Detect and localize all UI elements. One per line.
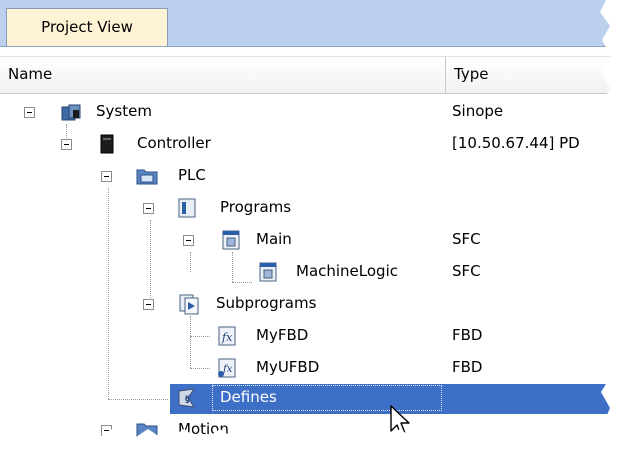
defines-icon: § — [178, 388, 196, 408]
tree-item-type: SFC — [452, 262, 481, 280]
tree-item-label: Subprograms — [216, 294, 317, 312]
fbd-icon: fx — [218, 326, 236, 346]
tree-item-label: Main — [256, 230, 292, 248]
column-header: Name Type — [0, 56, 611, 94]
tree-item-type: [10.50.67.44] PD — [452, 134, 580, 152]
svg-text:§: § — [185, 395, 190, 405]
tree-item-label: Motion — [178, 420, 229, 438]
tree-item-label: MyFBD — [256, 326, 309, 344]
tab-project-view[interactable]: Project View — [6, 8, 168, 46]
program-icon — [222, 230, 240, 250]
column-divider[interactable] — [445, 57, 446, 93]
tree-item-label: MachineLogic — [296, 262, 398, 280]
column-header-type[interactable]: Type — [454, 65, 488, 83]
tree-row-machinelogic[interactable]: MachineLogic SFC — [0, 258, 611, 290]
tree-row-myufbd[interactable]: fx MyUFBD FBD — [0, 354, 611, 386]
controller-icon — [100, 134, 114, 154]
tree-row-controller[interactable]: Controller [10.50.67.44] PD — [0, 130, 611, 162]
tree-row-motion[interactable]: Motion — [0, 416, 611, 441]
tree-row-programs[interactable]: Programs — [0, 194, 611, 226]
column-header-name[interactable]: Name — [8, 65, 52, 83]
tree-item-type: FBD — [452, 358, 483, 376]
tree-item-type: SFC — [452, 230, 481, 248]
tab-strip: Project View — [0, 0, 611, 47]
tree-item-label: MyUFBD — [256, 358, 320, 376]
tree-row-main[interactable]: Main SFC — [0, 226, 611, 258]
collapse-toggle[interactable] — [143, 203, 154, 214]
tree-item-type: FBD — [452, 326, 483, 344]
tree-item-label: System — [96, 102, 152, 120]
svg-text:fx: fx — [221, 331, 233, 344]
collapse-toggle[interactable] — [183, 235, 194, 246]
tree-row-subprograms[interactable]: Subprograms — [0, 290, 611, 322]
system-icon — [61, 104, 81, 121]
plc-folder-icon — [136, 169, 158, 185]
tree-item-type: Sinope — [452, 102, 504, 120]
ufbd-icon: fx — [218, 358, 236, 378]
collapse-toggle[interactable] — [101, 171, 112, 182]
tree-item-label: Programs — [220, 198, 292, 216]
tree-row-myfbd[interactable]: fx MyFBD FBD — [0, 322, 611, 354]
tree-item-label: Controller — [137, 134, 211, 152]
motion-icon — [136, 423, 158, 439]
tree-row-plc[interactable]: PLC — [0, 162, 611, 194]
collapse-toggle[interactable] — [143, 299, 154, 310]
program-icon — [259, 262, 277, 282]
collapse-toggle[interactable] — [24, 107, 35, 118]
project-view-panel: Project View Name Type System Sinope Con… — [0, 0, 611, 441]
tree-row-system[interactable]: System Sinope — [0, 98, 611, 130]
subprograms-icon — [179, 294, 199, 315]
tree-item-label: PLC — [178, 166, 206, 184]
collapse-toggle[interactable] — [101, 425, 112, 436]
programs-icon — [178, 198, 196, 218]
collapse-toggle[interactable] — [61, 139, 72, 150]
mouse-pointer-icon — [390, 405, 410, 436]
